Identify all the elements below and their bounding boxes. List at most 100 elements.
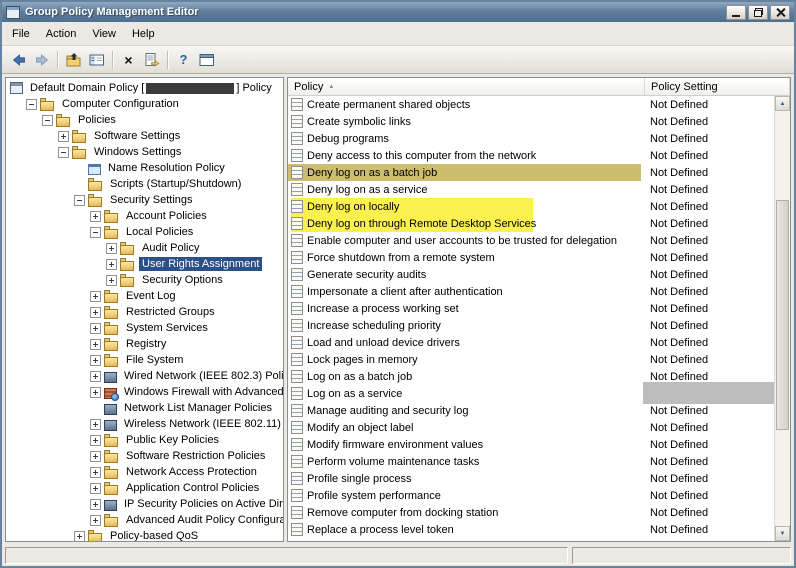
tree-item-restricted-groups[interactable]: Restricted Groups bbox=[6, 304, 283, 320]
policy-row-deny-log-on-as-a-service[interactable]: Deny log on as a serviceNot Defined bbox=[288, 181, 774, 198]
policy-row-impersonate-a-client-after-authentication[interactable]: Impersonate a client after authenticatio… bbox=[288, 283, 774, 300]
up-one-level-icon[interactable] bbox=[62, 49, 85, 71]
show-console-tree-icon[interactable] bbox=[85, 49, 108, 71]
tree-item-software-settings[interactable]: Software Settings bbox=[6, 128, 283, 144]
expander-plus-icon[interactable] bbox=[90, 515, 101, 526]
tree-item-local-policies[interactable]: Local Policies bbox=[6, 224, 283, 240]
expander-plus-icon[interactable] bbox=[90, 499, 101, 510]
tree-item-file-system[interactable]: File System bbox=[6, 352, 283, 368]
tree-item-software-restriction-policies[interactable]: Software Restriction Policies bbox=[6, 448, 283, 464]
expander-plus-icon[interactable] bbox=[106, 259, 117, 270]
policy-row-increase-a-process-working-set[interactable]: Increase a process working setNot Define… bbox=[288, 300, 774, 317]
policy-row-force-shutdown-from-a-remote-system[interactable]: Force shutdown from a remote systemNot D… bbox=[288, 249, 774, 266]
tree-item-policies[interactable]: Policies bbox=[6, 112, 283, 128]
tree-item-application-control-policies[interactable]: Application Control Policies bbox=[6, 480, 283, 496]
policy-row-create-symbolic-links[interactable]: Create symbolic linksNot Defined bbox=[288, 113, 774, 130]
expander-minus-icon[interactable] bbox=[74, 195, 85, 206]
tree-item-security-options[interactable]: Security Options bbox=[6, 272, 283, 288]
menu-item-help[interactable]: Help bbox=[124, 24, 163, 44]
expander-plus-icon[interactable] bbox=[74, 531, 85, 542]
tree-item-system-services[interactable]: System Services bbox=[6, 320, 283, 336]
policy-row-debug-programs[interactable]: Debug programsNot Defined bbox=[288, 130, 774, 147]
expander-plus-icon[interactable] bbox=[90, 291, 101, 302]
restore-button[interactable] bbox=[748, 5, 768, 20]
expander-plus-icon[interactable] bbox=[90, 435, 101, 446]
policy-row-remove-computer-from-docking-station[interactable]: Remove computer from docking stationNot … bbox=[288, 504, 774, 521]
expander-plus-icon[interactable] bbox=[90, 419, 101, 430]
column-header-policy-setting[interactable]: Policy Setting bbox=[645, 78, 790, 95]
policy-row-deny-access-to-this-computer-from-the-network[interactable]: Deny access to this computer from the ne… bbox=[288, 147, 774, 164]
expander-minus-icon[interactable] bbox=[42, 115, 53, 126]
tree-item-wireless-network-ieee-802-11-policies[interactable]: Wireless Network (IEEE 802.11) Policies bbox=[6, 416, 283, 432]
scroll-thumb[interactable] bbox=[776, 200, 789, 430]
expander-plus-icon[interactable] bbox=[90, 211, 101, 222]
tree-item-account-policies[interactable]: Account Policies bbox=[6, 208, 283, 224]
tree-item-policy-based-qos[interactable]: Policy-based QoS bbox=[6, 528, 283, 542]
tree-item-network-access-protection[interactable]: Network Access Protection bbox=[6, 464, 283, 480]
tree-item-advanced-audit-policy-configuration[interactable]: Advanced Audit Policy Configuration bbox=[6, 512, 283, 528]
policy-row-create-permanent-shared-objects[interactable]: Create permanent shared objectsNot Defin… bbox=[288, 96, 774, 113]
scroll-down-button[interactable]: ▼ bbox=[775, 526, 790, 541]
expander-plus-icon[interactable] bbox=[90, 339, 101, 350]
menu-item-view[interactable]: View bbox=[84, 24, 124, 44]
forward-icon[interactable] bbox=[30, 49, 53, 71]
delete-icon[interactable]: × bbox=[117, 49, 140, 71]
tree-item-ip-security-policies-on-active-directory[interactable]: IP Security Policies on Active Directory bbox=[6, 496, 283, 512]
tree-item-windows-firewall-with-advanced-security[interactable]: Windows Firewall with Advanced Security bbox=[6, 384, 283, 400]
expander-plus-icon[interactable] bbox=[90, 483, 101, 494]
scroll-up-button[interactable]: ▲ bbox=[775, 96, 790, 111]
expander-plus-icon[interactable] bbox=[106, 243, 117, 254]
expander-plus-icon[interactable] bbox=[90, 307, 101, 318]
policy-row-enable-computer-and-user-accounts-to-be-trusted-for-delegation[interactable]: Enable computer and user accounts to be … bbox=[288, 232, 774, 249]
expander-plus-icon[interactable] bbox=[90, 355, 101, 366]
tree-item-audit-policy[interactable]: Audit Policy bbox=[6, 240, 283, 256]
expander-plus-icon[interactable] bbox=[58, 131, 69, 142]
expander-minus-icon[interactable] bbox=[90, 227, 101, 238]
expander-plus-icon[interactable] bbox=[90, 451, 101, 462]
tree-item-wired-network-ieee-802-3-policies[interactable]: Wired Network (IEEE 802.3) Policies bbox=[6, 368, 283, 384]
close-button[interactable] bbox=[770, 5, 790, 20]
help-icon[interactable]: ? bbox=[172, 49, 195, 71]
policy-row-lock-pages-in-memory[interactable]: Lock pages in memoryNot Defined bbox=[288, 351, 774, 368]
tree-item-event-log[interactable]: Event Log bbox=[6, 288, 283, 304]
policy-row-log-on-as-a-service[interactable]: Log on as a service bbox=[288, 385, 774, 402]
tree-item-name-resolution-policy[interactable]: Name Resolution Policy bbox=[6, 160, 283, 176]
extended-view-icon[interactable] bbox=[195, 49, 218, 71]
tree-item-registry[interactable]: Registry bbox=[6, 336, 283, 352]
menu-item-file[interactable]: File bbox=[4, 24, 38, 44]
policy-row-perform-volume-maintenance-tasks[interactable]: Perform volume maintenance tasksNot Defi… bbox=[288, 453, 774, 470]
tree-item-computer-configuration[interactable]: Computer Configuration bbox=[6, 96, 283, 112]
column-header-policy[interactable]: Policy ▲ bbox=[288, 78, 645, 95]
vertical-scrollbar[interactable]: ▲ ▼ bbox=[774, 96, 790, 541]
tree-item-network-list-manager-policies[interactable]: Network List Manager Policies bbox=[6, 400, 283, 416]
policy-row-profile-single-process[interactable]: Profile single processNot Defined bbox=[288, 470, 774, 487]
menu-item-action[interactable]: Action bbox=[38, 24, 85, 44]
tree-item-security-settings[interactable]: Security Settings bbox=[6, 192, 283, 208]
policy-row-modify-firmware-environment-values[interactable]: Modify firmware environment valuesNot De… bbox=[288, 436, 774, 453]
expander-plus-icon[interactable] bbox=[90, 323, 101, 334]
tree-item-root[interactable]: Default Domain Policy [] Policy bbox=[6, 80, 283, 96]
expander-plus-icon[interactable] bbox=[90, 467, 101, 478]
tree-item-public-key-policies[interactable]: Public Key Policies bbox=[6, 432, 283, 448]
tree-item-scripts-startup-shutdown[interactable]: Scripts (Startup/Shutdown) bbox=[6, 176, 283, 192]
tree-item-user-rights-assignment[interactable]: User Rights Assignment bbox=[6, 256, 283, 272]
policy-row-replace-a-process-level-token[interactable]: Replace a process level tokenNot Defined bbox=[288, 521, 774, 538]
expander-minus-icon[interactable] bbox=[26, 99, 37, 110]
expander-plus-icon[interactable] bbox=[90, 387, 101, 398]
policy-row-generate-security-audits[interactable]: Generate security auditsNot Defined bbox=[288, 266, 774, 283]
minimize-button[interactable] bbox=[726, 5, 746, 20]
expander-minus-icon[interactable] bbox=[58, 147, 69, 158]
expander-plus-icon[interactable] bbox=[106, 275, 117, 286]
tree-item-windows-settings[interactable]: Windows Settings bbox=[6, 144, 283, 160]
policy-row-increase-scheduling-priority[interactable]: Increase scheduling priorityNot Defined bbox=[288, 317, 774, 334]
back-icon[interactable] bbox=[7, 49, 30, 71]
policy-row-modify-an-object-label[interactable]: Modify an object labelNot Defined bbox=[288, 419, 774, 436]
export-list-icon[interactable] bbox=[140, 49, 163, 71]
policy-row-deny-log-on-as-a-batch-job[interactable]: Deny log on as a batch jobNot Defined bbox=[288, 164, 774, 181]
expander-plus-icon[interactable] bbox=[90, 371, 101, 382]
policy-row-deny-log-on-through-remote-desktop-services[interactable]: Deny log on through Remote Desktop Servi… bbox=[288, 215, 774, 232]
policy-row-load-and-unload-device-drivers[interactable]: Load and unload device driversNot Define… bbox=[288, 334, 774, 351]
policy-row-manage-auditing-and-security-log[interactable]: Manage auditing and security logNot Defi… bbox=[288, 402, 774, 419]
policy-row-deny-log-on-locally[interactable]: Deny log on locallyNot Defined bbox=[288, 198, 774, 215]
policy-row-profile-system-performance[interactable]: Profile system performanceNot Defined bbox=[288, 487, 774, 504]
